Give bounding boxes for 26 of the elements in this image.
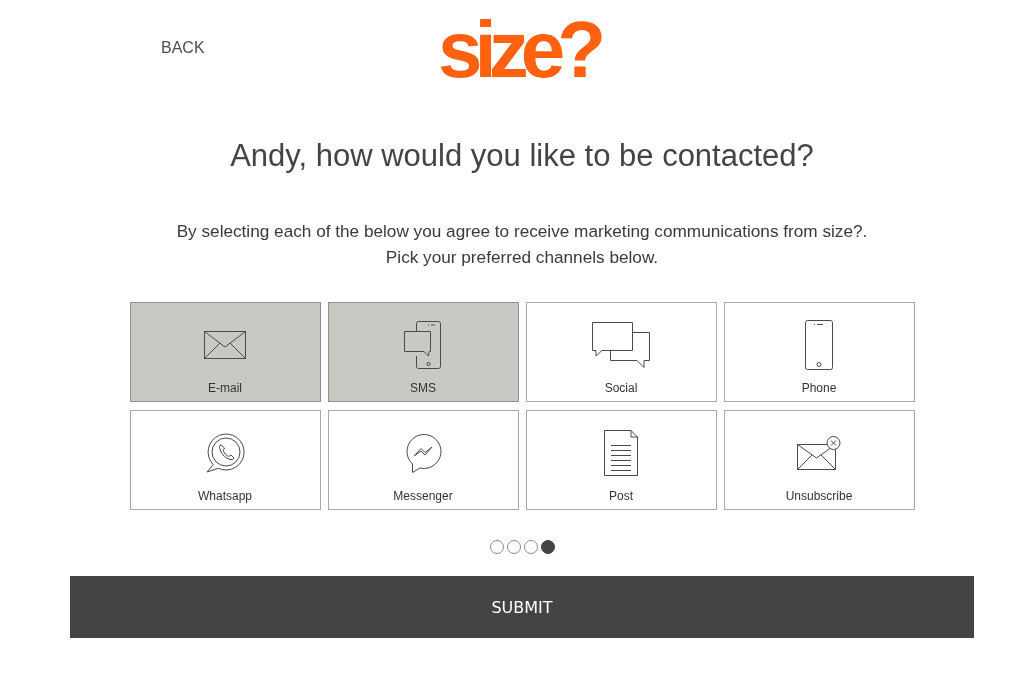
brand-logo: size?: [437, 10, 600, 90]
channel-option[interactable]: Social: [525, 302, 717, 402]
back-link[interactable]: BACK: [161, 39, 205, 57]
phone-message-icon: [404, 321, 442, 369]
intro-text: Pick your preferred channels below.: [385, 246, 659, 269]
envelope-icon: [204, 331, 246, 359]
mobile-phone-icon: [805, 320, 833, 370]
speech-bubbles-icon: [592, 322, 650, 368]
channel-option[interactable]: Post: [525, 410, 717, 510]
page-dot[interactable]: [506, 540, 521, 554]
channel-option[interactable]: Phone: [723, 302, 915, 402]
channel-option[interactable]: E-mail: [129, 302, 321, 402]
channel-option[interactable]: SMS: [327, 302, 519, 402]
submit-button[interactable]: SUBMIT: [70, 576, 974, 638]
page-dot[interactable]: [489, 540, 504, 554]
channel-option[interactable]: Messenger: [327, 410, 519, 510]
chat-handset-icon: [205, 433, 245, 473]
channel-option[interactable]: Whatsapp: [129, 410, 321, 510]
channel-option[interactable]: Unsubscribe: [723, 410, 915, 510]
page-dot[interactable]: [523, 540, 538, 554]
document-icon: [604, 430, 638, 476]
intro-text: By selecting each of the below you agree to receive marketing communications from size?.: [176, 220, 868, 243]
chat-bolt-icon: [403, 433, 443, 473]
page-dot[interactable]: [540, 540, 555, 554]
envelope-cross-icon: [797, 436, 841, 470]
page-heading: Andy, how would you like to be contacted?: [230, 138, 814, 174]
